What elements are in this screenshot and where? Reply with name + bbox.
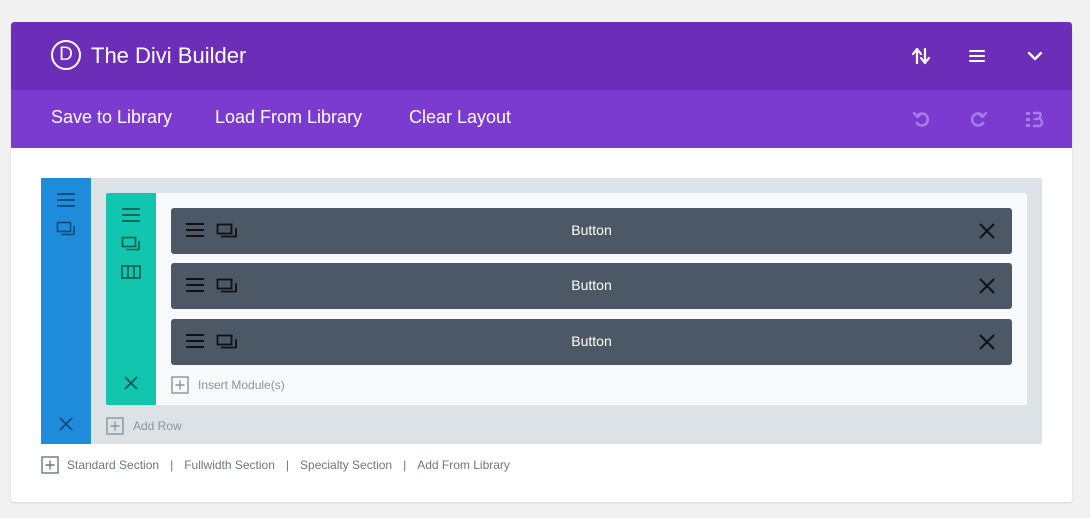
load-from-library-button[interactable]: Load From Library <box>215 107 362 128</box>
row-duplicate-icon[interactable] <box>121 236 141 252</box>
builder-header: D The Divi Builder <box>11 22 1072 90</box>
module-delete-icon[interactable] <box>978 277 996 295</box>
plus-icon <box>171 376 189 394</box>
module-button-1[interactable]: Button <box>171 208 1012 254</box>
section-container: Button Button Button Insert Module(s) Ad… <box>41 178 1042 444</box>
separator: | <box>403 458 407 472</box>
module-label: Button <box>571 277 612 293</box>
module-delete-icon[interactable] <box>978 222 996 240</box>
chevron-down-icon[interactable] <box>1023 44 1047 68</box>
fullwidth-section-link[interactable]: Fullwidth Section <box>184 458 275 472</box>
module-label: Button <box>571 333 612 349</box>
module-button-3[interactable]: Button <box>171 319 1012 365</box>
standard-section-link[interactable]: Standard Section <box>67 458 159 472</box>
builder-toolbar: Save to Library Load From Library Clear … <box>11 90 1072 148</box>
row-container: Button Button Button Insert Module(s) <box>106 193 1027 405</box>
redo-icon[interactable] <box>967 108 989 130</box>
row-delete-icon[interactable] <box>122 374 140 392</box>
row-move-icon[interactable] <box>120 206 142 224</box>
plus-icon <box>106 417 124 435</box>
module-delete-icon[interactable] <box>978 333 996 351</box>
history-icon[interactable] <box>1023 108 1045 130</box>
section-delete-icon[interactable] <box>57 415 75 433</box>
builder-title: The Divi Builder <box>91 43 247 68</box>
clear-layout-button[interactable]: Clear Layout <box>409 107 511 128</box>
row-settings-bar <box>106 193 156 405</box>
section-duplicate-icon[interactable] <box>56 221 76 237</box>
add-from-library-link[interactable]: Add From Library <box>417 458 510 472</box>
save-to-library-button[interactable]: Save to Library <box>51 107 172 128</box>
separator: | <box>170 458 174 472</box>
section-settings-bar <box>41 178 91 444</box>
separator: | <box>285 458 290 472</box>
add-section-links: Standard Section | Fullwidth Section | S… <box>41 455 510 475</box>
insert-module-label: Insert Module(s) <box>198 378 285 392</box>
column: Button Button Button Insert Module(s) <box>156 193 1027 405</box>
section-move-icon[interactable] <box>55 191 77 209</box>
module-label: Button <box>571 222 612 238</box>
insert-module-button[interactable]: Insert Module(s) <box>171 375 285 395</box>
add-row-label: Add Row <box>133 419 182 433</box>
add-row-button[interactable]: Add Row <box>106 416 182 436</box>
columns-icon[interactable] <box>121 265 141 279</box>
divi-builder-panel: D The Divi Builder Save to Library Load … <box>11 22 1072 502</box>
undo-icon[interactable] <box>911 108 933 130</box>
plus-icon[interactable] <box>41 456 59 474</box>
divi-logo: D <box>51 40 81 70</box>
specialty-section-link[interactable]: Specialty Section <box>300 458 392 472</box>
module-button-2[interactable]: Button <box>171 263 1012 309</box>
menu-icon[interactable] <box>965 44 989 68</box>
sort-icon[interactable] <box>909 44 933 68</box>
